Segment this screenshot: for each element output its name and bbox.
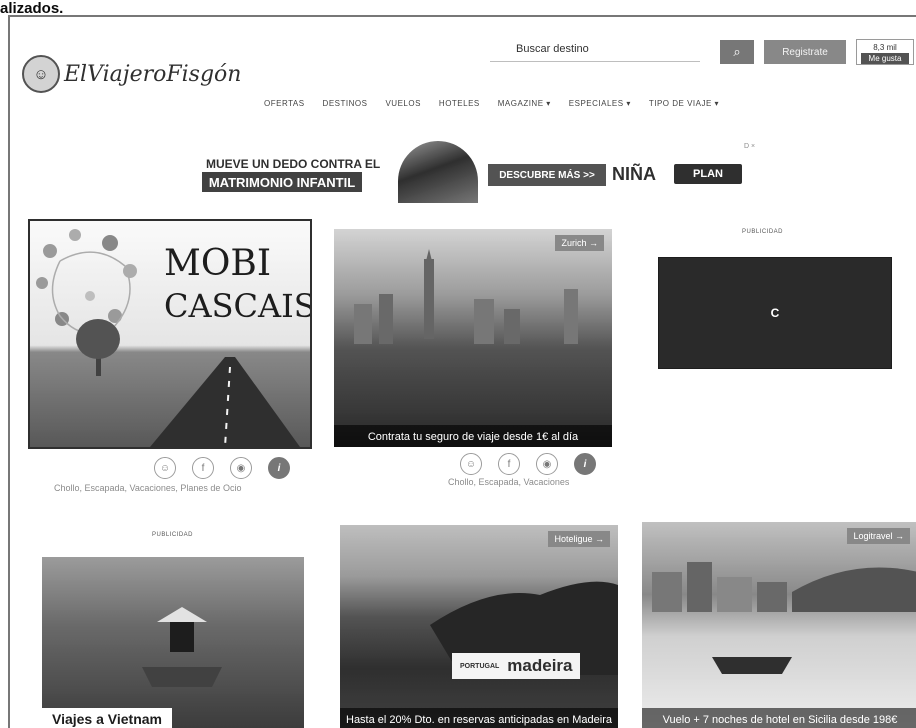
publicidad-label-1: PUBLICIDAD (742, 229, 784, 235)
banner-line2: MATRIMONIO INFANTIL (202, 172, 362, 192)
logo-text: ElViajeroFisgón (64, 61, 242, 87)
nav-item-vuelos[interactable]: VUELOS (385, 99, 420, 108)
main-nav: OFERTAS DESTINOS VUELOS HOTELES MAGAZINE… (264, 99, 737, 108)
nav-item-magazine[interactable]: MAGAZINE ▾ (498, 99, 551, 108)
search-button[interactable]: ⌕ (720, 40, 754, 64)
banner-line1: MUEVE UN DEDO CONTRA EL (206, 157, 381, 171)
zurich-overlay: Contrata tu seguro de viaje desde 1€ al … (334, 425, 612, 447)
banner-nina-logo: NIÑA (612, 164, 656, 184)
share-icons-1: ☺ f ◉ i (154, 457, 290, 479)
vietnam-ad-title: Viajes a Vietnam (42, 708, 172, 728)
card-zurich[interactable]: Zurich → Contrata tu seguro de viaje des… (334, 229, 612, 447)
info-icon[interactable]: i (268, 457, 290, 479)
nav-item-destinos[interactable]: DESTINOS (323, 99, 368, 108)
banner-plan-logo: PLAN (674, 164, 742, 184)
hoteligue-tag[interactable]: Hoteligue → (548, 531, 610, 547)
madeira-logo-left: PORTUGAL (460, 662, 500, 670)
smile-icon[interactable]: ☺ (154, 457, 176, 479)
logitravel-tag[interactable]: Logitravel → (847, 528, 910, 544)
card-title-line2: CASCAIS (164, 287, 312, 325)
sicilia-overlay: Vuelo + 7 noches de hotel en Sicilia des… (642, 708, 916, 728)
zurich-tag[interactable]: Zurich → (555, 235, 604, 251)
card-sicilia[interactable]: Logitravel → Vuelo + 7 noches de hotel e… (642, 522, 916, 728)
nav-item-hoteles[interactable]: HOTELES (439, 99, 480, 108)
reddit-icon[interactable]: ◉ (230, 457, 252, 479)
card-vietnam-ad[interactable]: Viajes a Vietnam (42, 557, 304, 728)
reddit-icon[interactable]: ◉ (536, 453, 558, 475)
browser-frame: ☺ ElViajeroFisgón Buscar destino ⌕ Regis… (8, 15, 916, 728)
like-label: Me gusta (861, 53, 909, 64)
register-button[interactable]: Registrate (764, 40, 846, 64)
nav-item-ofertas[interactable]: OFERTAS (264, 99, 305, 108)
card-madeira[interactable]: Hoteligue → PORTUGAL madeira Hasta el 20… (340, 525, 618, 728)
city-skyline (354, 249, 578, 344)
madeira-overlay: Hasta el 20% Dto. en reservas anticipada… (340, 708, 618, 728)
face-icon: ☺ (22, 55, 60, 93)
search-input[interactable]: Buscar destino (516, 43, 589, 55)
madeira-logo-right: madeira (507, 656, 573, 675)
card-meta-2: Chollo, Escapada, Vacaciones (448, 477, 570, 487)
facebook-icon[interactable]: f (498, 453, 520, 475)
publicidad-label-2: PUBLICIDAD (152, 532, 194, 538)
search-underline (490, 61, 700, 62)
smile-icon[interactable]: ☺ (460, 453, 482, 475)
card-meta-1: Chollo, Escapada, Vacaciones, Planes de … (54, 483, 242, 493)
town-boat-illustration (652, 562, 916, 674)
site-logo[interactable]: ☺ ElViajeroFisgón (22, 55, 241, 93)
banner-photo (398, 141, 478, 203)
banner-ad[interactable]: MUEVE UN DEDO CONTRA EL MATRIMONIO INFAN… (198, 139, 758, 203)
road-illustration (150, 357, 300, 447)
facebook-like-box[interactable]: 8,3 mil Me gusta (856, 39, 914, 65)
ad-letter: C (770, 306, 780, 320)
boat-woman-illustration (142, 607, 222, 687)
nav-item-especiales[interactable]: ESPECIALES ▾ (569, 99, 631, 108)
adchoices-icon[interactable]: D × (744, 143, 755, 150)
card-title-line1: MOBI (164, 243, 272, 284)
info-icon[interactable]: i (574, 453, 596, 475)
nav-item-tipo-de-viaje[interactable]: TIPO DE VIAJE ▾ (649, 99, 719, 108)
madeira-logo: PORTUGAL madeira (452, 653, 581, 679)
banner-cta-button[interactable]: DESCUBRE MÁS >> (488, 164, 606, 186)
search-icon: ⌕ (733, 44, 741, 59)
like-count: 8,3 mil (873, 43, 897, 52)
card-mobi-cascais[interactable]: MOBI CASCAIS (28, 219, 312, 449)
facebook-icon[interactable]: f (192, 457, 214, 479)
share-icons-2: ☺ f ◉ i (460, 453, 596, 475)
ad-box-dark[interactable]: C (658, 257, 892, 369)
